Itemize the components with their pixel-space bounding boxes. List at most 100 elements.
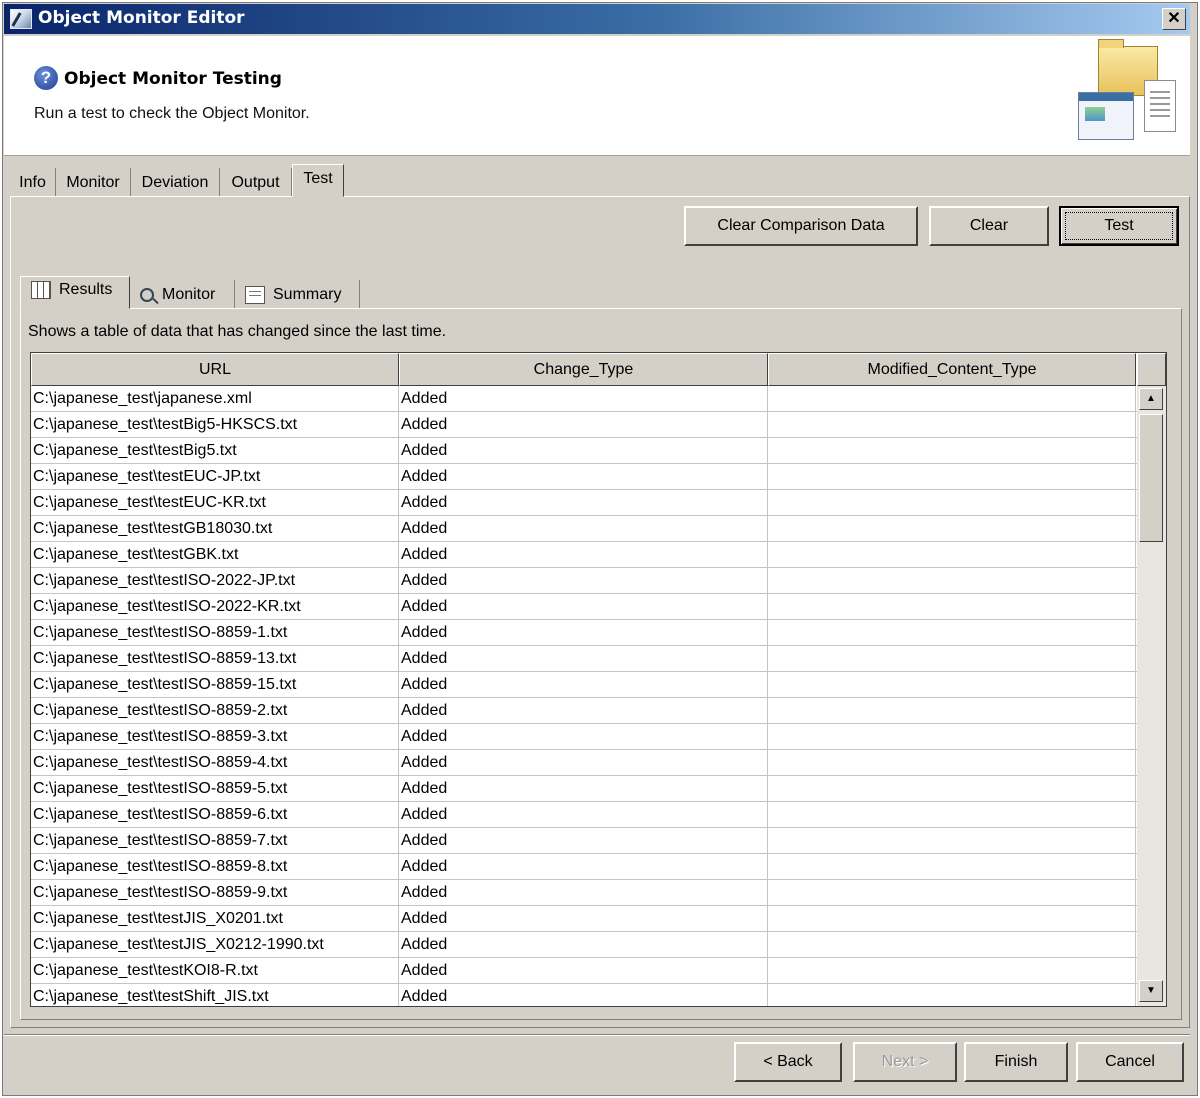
search-icon [140,287,154,302]
subtab-results[interactable]: Results [20,276,130,309]
table-row[interactable]: C:\japanese_test\testISO-8859-13.txt Adde… [31,646,1137,672]
table-row[interactable]: C:\japanese_test\testISO-8859-9.txt Added [31,880,1137,906]
table-row[interactable]: C:\japanese_test\testISO-2022-JP.txt Adde… [31,568,1137,594]
cell-url: C:\japanese_test\testShift_JIS.txt [31,984,399,1006]
tab-monitor[interactable]: Monitor [56,168,131,196]
table-row[interactable]: C:\japanese_test\testISO-8859-4.txt Added [31,750,1137,776]
cell-change-type: Added [399,880,768,906]
cell-url: C:\japanese_test\testBig5-HKSCS.txt [31,412,399,438]
cell-modified-content-type [768,568,1136,594]
cell-change-type: Added [399,620,768,646]
table-row[interactable]: C:\japanese_test\testISO-2022-KR.txt Adde… [31,594,1137,620]
cell-modified-content-type [768,412,1136,438]
subtab-summary[interactable]: Summary [235,280,360,308]
scroll-thumb[interactable] [1139,414,1163,542]
table-row[interactable]: C:\japanese_test\testISO-8859-8.txt Added [31,854,1137,880]
table-row[interactable]: C:\japanese_test\testShift_JIS.txt Added [31,984,1137,1006]
cell-change-type: Added [399,516,768,542]
cell-change-type: Added [399,698,768,724]
scroll-down-arrow-icon[interactable]: ▼ [1139,980,1163,1002]
vertical-scrollbar[interactable]: ▲ ▼ [1137,386,1166,1006]
table-row[interactable]: C:\japanese_test\testISO-8859-6.txt Added [31,802,1137,828]
cell-url: C:\japanese_test\testJIS_X0201.txt [31,906,399,932]
cell-change-type: Added [399,386,768,412]
title-bar[interactable]: Object Monitor Editor ✕ [4,4,1190,34]
table-row[interactable]: C:\japanese_test\testKOI8-R.txt Added [31,958,1137,984]
table-row[interactable]: C:\japanese_test\testISO-8859-7.txt Added [31,828,1137,854]
subtab-monitor[interactable]: Monitor [130,280,235,308]
cell-change-type: Added [399,438,768,464]
cell-change-type: Added [399,802,768,828]
cell-change-type: Added [399,412,768,438]
table-row[interactable]: C:\japanese_test\testEUC-JP.txt Added [31,464,1137,490]
cell-change-type: Added [399,464,768,490]
tab-test[interactable]: Test [292,164,344,197]
table-row[interactable]: C:\japanese_test\testISO-8859-5.txt Added [31,776,1137,802]
cell-url: C:\japanese_test\testISO-2022-JP.txt [31,568,399,594]
scroll-up-arrow-icon[interactable]: ▲ [1139,388,1163,410]
table-row[interactable]: C:\japanese_test\testGBK.txt Added [31,542,1137,568]
cell-change-type: Added [399,724,768,750]
cell-change-type: Added [399,490,768,516]
cell-change-type: Added [399,594,768,620]
clear-button[interactable]: Clear [929,206,1049,246]
cell-modified-content-type [768,516,1136,542]
close-button[interactable]: ✕ [1162,8,1186,30]
table-row[interactable]: C:\japanese_test\testISO-8859-3.txt Added [31,724,1137,750]
cell-modified-content-type [768,802,1136,828]
tab-output[interactable]: Output [220,168,292,196]
cell-modified-content-type [768,620,1136,646]
cell-url: C:\japanese_test\testISO-8859-4.txt [31,750,399,776]
table-row[interactable]: C:\japanese_test\testJIS_X0212-1990.txt A… [31,932,1137,958]
cell-modified-content-type [768,776,1136,802]
cell-url: C:\japanese_test\testISO-8859-3.txt [31,724,399,750]
table-row[interactable]: C:\japanese_test\testJIS_X0201.txt Added [31,906,1137,932]
tab-deviation[interactable]: Deviation [131,168,220,196]
cancel-button[interactable]: Cancel [1076,1042,1184,1082]
summary-icon [245,286,265,304]
subtab-monitor-label: Monitor [162,286,216,303]
tab-info[interactable]: Info [10,168,56,196]
column-header-modified-content-type[interactable]: Modified_Content_Type [768,353,1136,386]
column-header-change-type[interactable]: Change_Type [399,353,768,386]
test-button[interactable]: Test [1059,206,1179,246]
cell-change-type: Added [399,542,768,568]
cell-url: C:\japanese_test\testISO-8859-9.txt [31,880,399,906]
table-body: C:\japanese_test\japanese.xml Added C:\jap… [31,386,1137,1006]
app-window-icon [10,9,32,29]
page-subtitle: Run a test to check the Object Monitor. [34,105,310,122]
results-table[interactable]: URL Change_Type Modified_Content_Type C:… [30,352,1167,1007]
column-header-url[interactable]: URL [31,353,399,386]
page-title: Object Monitor Testing [64,69,282,89]
table-row[interactable]: C:\japanese_test\japanese.xml Added [31,386,1137,412]
cell-modified-content-type [768,672,1136,698]
table-row[interactable]: C:\japanese_test\testISO-8859-2.txt Added [31,698,1137,724]
results-description: Shows a table of data that has changed s… [28,323,447,340]
cell-modified-content-type [768,854,1136,880]
table-row[interactable]: C:\japanese_test\testISO-8859-1.txt Added [31,620,1137,646]
cell-change-type: Added [399,958,768,984]
cell-url: C:\japanese_test\testISO-8859-1.txt [31,620,399,646]
subtab-results-label: Results [59,281,113,299]
cell-url: C:\japanese_test\testISO-2022-KR.txt [31,594,399,620]
table-row[interactable]: C:\japanese_test\testEUC-KR.txt Added [31,490,1137,516]
cell-change-type: Added [399,906,768,932]
cell-url: C:\japanese_test\japanese.xml [31,386,399,412]
cell-url: C:\japanese_test\testISO-8859-8.txt [31,854,399,880]
cell-change-type: Added [399,984,768,1006]
clear-comparison-data-button[interactable]: Clear Comparison Data [684,206,918,246]
next-button[interactable]: Next > [853,1042,957,1082]
cell-modified-content-type [768,958,1136,984]
cell-modified-content-type [768,490,1136,516]
back-button[interactable]: < Back [734,1042,842,1082]
table-row[interactable]: C:\japanese_test\testISO-8859-15.txt Adde… [31,672,1137,698]
table-row[interactable]: C:\japanese_test\testBig5-HKSCS.txt Added [31,412,1137,438]
cell-url: C:\japanese_test\testEUC-KR.txt [31,490,399,516]
help-icon[interactable]: ? [34,66,58,90]
cell-change-type: Added [399,828,768,854]
finish-button[interactable]: Finish [964,1042,1068,1082]
cell-modified-content-type [768,750,1136,776]
table-icon [31,281,51,299]
table-row[interactable]: C:\japanese_test\testGB18030.txt Added [31,516,1137,542]
table-row[interactable]: C:\japanese_test\testBig5.txt Added [31,438,1137,464]
